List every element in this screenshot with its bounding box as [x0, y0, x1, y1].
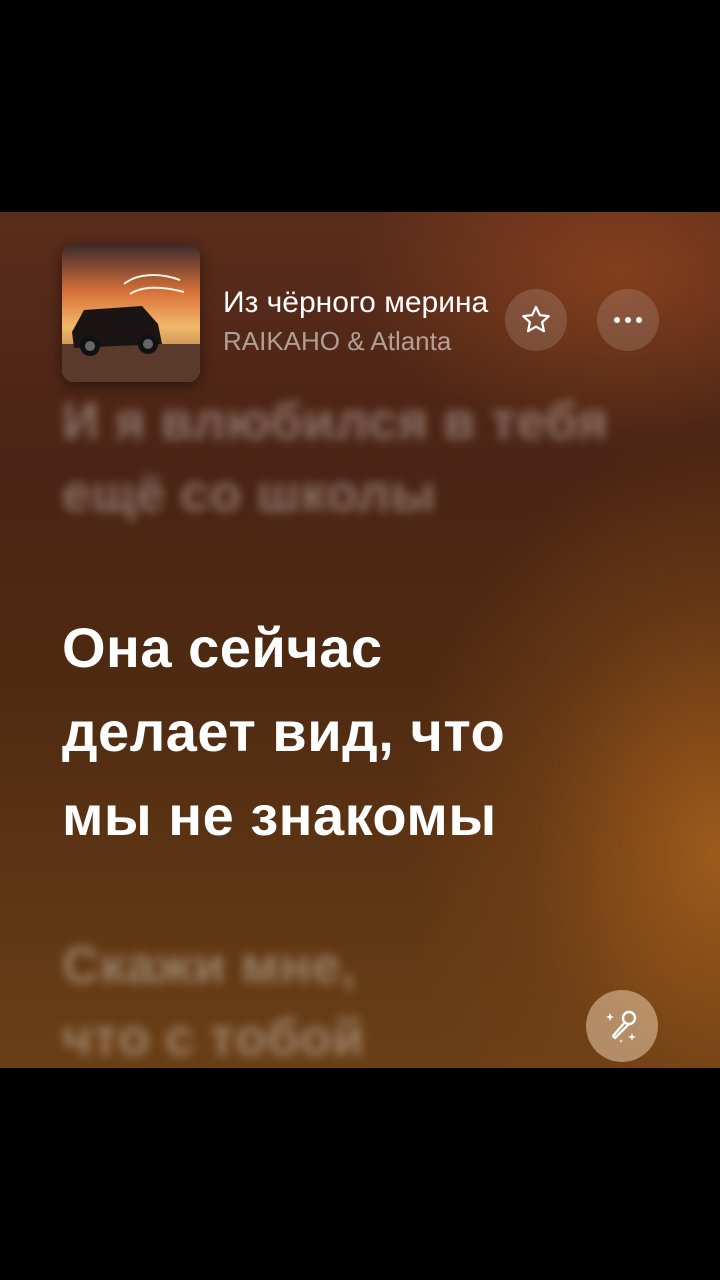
lyric-line-next[interactable]: Скажи мне,: [62, 936, 356, 996]
favorite-button[interactable]: [505, 289, 567, 351]
karaoke-button[interactable]: [586, 990, 658, 1062]
lyric-line-previous[interactable]: ещё со школы: [62, 464, 436, 524]
album-art: [62, 244, 200, 382]
album-cover[interactable]: [62, 244, 200, 382]
lyric-line-current[interactable]: мы не знакомы: [62, 774, 497, 858]
lyrics-screen: Из чёрного мерина RAIKAHO & Atlanta И я …: [0, 212, 720, 1068]
lyric-line-next[interactable]: что с тобой: [62, 1008, 364, 1068]
lyric-line-current[interactable]: делает вид, что: [62, 690, 505, 774]
lyric-line-previous[interactable]: И я влюбился в тебя: [62, 392, 608, 452]
star-icon: [522, 305, 550, 333]
microphone-icon: [606, 1010, 637, 1043]
track-title[interactable]: Из чёрного мерина: [223, 286, 498, 320]
track-artist[interactable]: RAIKAHO & Atlanta: [223, 326, 451, 357]
more-button[interactable]: [597, 289, 659, 351]
more-horizontal-icon: [614, 317, 642, 323]
lyric-line-current[interactable]: Она сейчас: [62, 606, 383, 690]
